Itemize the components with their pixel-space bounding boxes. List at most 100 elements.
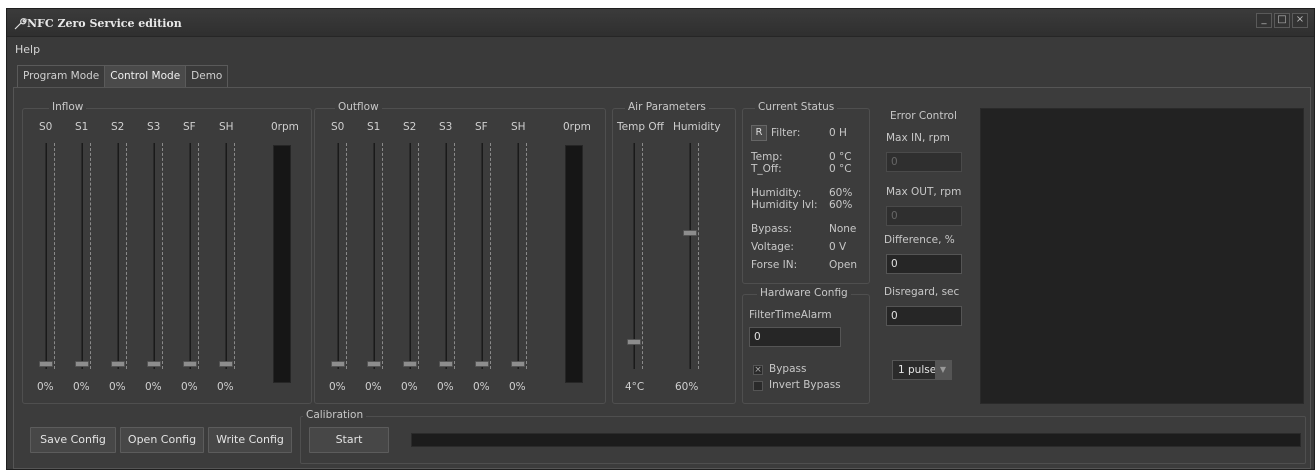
status-humidity-lvl-label: Humidity lvl:	[751, 199, 818, 211]
inflow-title: Inflow	[49, 101, 87, 113]
calibration-start-button[interactable]: Start	[309, 427, 389, 453]
invert-bypass-checkbox[interactable]	[753, 381, 763, 391]
temp-slider-handle[interactable]	[627, 339, 641, 346]
inflow-slider-s3[interactable]	[153, 143, 155, 369]
inflow-slider-s0[interactable]	[45, 143, 47, 369]
outflow-slider-handle[interactable]	[511, 361, 525, 367]
inflow-col-s1: S1	[75, 121, 89, 133]
close-button[interactable]: ×	[1292, 13, 1308, 28]
title-bar[interactable]: NFC Zero Service edition _ □ ×	[7, 9, 1314, 37]
outflow-slider-s1[interactable]	[373, 143, 375, 369]
current-status-group: Current Status R Filter: 0 H Temp: 0 °C …	[742, 101, 870, 284]
invert-bypass-label: Invert Bypass	[769, 379, 841, 391]
log-console[interactable]	[980, 108, 1304, 404]
status-voltage-label: Voltage:	[751, 241, 794, 253]
status-bypass-value: None	[829, 223, 857, 235]
inflow-slider-s1[interactable]	[81, 143, 83, 369]
pulse-select[interactable]: 1 pulse ▼	[892, 360, 952, 380]
difference-label: Difference, %	[884, 234, 955, 246]
bypass-checkbox[interactable]: ×	[753, 365, 763, 375]
disregard-input[interactable]: 0	[886, 306, 962, 326]
status-humidity-lvl-value: 60%	[829, 199, 853, 211]
write-config-button[interactable]: Write Config	[208, 427, 292, 453]
outflow-slider-handle[interactable]	[367, 361, 381, 367]
humidity-slider[interactable]	[689, 143, 691, 369]
open-config-button[interactable]: Open Config	[120, 427, 204, 453]
disregard-label: Disregard, sec	[884, 286, 960, 298]
inflow-col-sh: SH	[219, 121, 234, 133]
inflow-slider-handle[interactable]	[183, 361, 197, 367]
outflow-slider-sf[interactable]	[481, 143, 483, 369]
outflow-slider-ticks	[490, 143, 493, 369]
max-out-input[interactable]: 0	[886, 206, 962, 226]
temp-value: 4°C	[625, 381, 645, 393]
outflow-col-sh: SH	[511, 121, 526, 133]
outflow-slider-handle[interactable]	[403, 361, 417, 367]
outflow-slider-sh[interactable]	[517, 143, 519, 369]
outflow-slider-ticks	[454, 143, 457, 369]
outflow-col-s0: S0	[331, 121, 345, 133]
outflow-rpm-meter	[565, 145, 583, 383]
calibration-title: Calibration	[303, 409, 367, 421]
difference-input[interactable]: 0	[886, 254, 962, 274]
inflow-slider-handle[interactable]	[111, 361, 125, 367]
outflow-slider-handle[interactable]	[475, 361, 489, 367]
inflow-value-s2: 0%	[109, 381, 126, 393]
status-filter-label: Filter:	[771, 127, 801, 139]
humidity-slider-handle[interactable]	[683, 230, 697, 237]
outflow-value-s2: 0%	[401, 381, 418, 393]
filter-reset-button[interactable]: R	[751, 125, 767, 141]
humidity-value: 60%	[675, 381, 699, 393]
inflow-rpm-label: 0rpm	[271, 121, 299, 133]
error-control-title: Error Control	[890, 110, 957, 122]
filter-time-alarm-label: FilterTimeAlarm	[749, 309, 832, 321]
temp-off-label: Temp Off	[617, 121, 664, 133]
outflow-value-sf: 0%	[473, 381, 490, 393]
inflow-col-sf: SF	[183, 121, 196, 133]
tab-program-mode[interactable]: Program Mode	[17, 65, 106, 87]
inflow-slider-sh[interactable]	[225, 143, 227, 369]
outflow-value-s1: 0%	[365, 381, 382, 393]
air-parameters-title: Air Parameters	[625, 101, 709, 113]
wrench-icon	[14, 18, 27, 30]
air-parameters-group: Air Parameters Temp Off Humidity 4°C 60%	[612, 101, 736, 404]
outflow-col-s2: S2	[403, 121, 417, 133]
filter-time-alarm-input[interactable]: 0	[749, 327, 841, 347]
tab-control-mode[interactable]: Control Mode	[104, 65, 187, 87]
outflow-rpm-label: 0rpm	[563, 121, 591, 133]
outflow-value-s3: 0%	[437, 381, 454, 393]
outflow-value-sh: 0%	[509, 381, 526, 393]
hardware-config-group: Hardware Config FilterTimeAlarm 0 × Bypa…	[742, 287, 870, 404]
outflow-value-s0: 0%	[329, 381, 346, 393]
inflow-slider-handle[interactable]	[147, 361, 161, 367]
humidity-slider-ticks	[698, 143, 701, 369]
minimize-button[interactable]: _	[1256, 13, 1272, 28]
max-in-input[interactable]: 0	[886, 152, 962, 172]
outflow-slider-s3[interactable]	[445, 143, 447, 369]
chevron-down-icon: ▼	[935, 361, 951, 379]
inflow-col-s2: S2	[111, 121, 125, 133]
tab-demo[interactable]: Demo	[185, 65, 229, 87]
inflow-slider-handle[interactable]	[39, 361, 53, 367]
inflow-slider-sf[interactable]	[189, 143, 191, 369]
outflow-title: Outflow	[335, 101, 382, 113]
inflow-col-s3: S3	[147, 121, 161, 133]
outflow-slider-s2[interactable]	[409, 143, 411, 369]
outflow-slider-s0[interactable]	[337, 143, 339, 369]
inflow-slider-handle[interactable]	[75, 361, 89, 367]
temp-slider[interactable]	[633, 143, 635, 369]
inflow-slider-handle[interactable]	[219, 361, 233, 367]
menu-help[interactable]: Help	[15, 43, 40, 56]
outflow-slider-handle[interactable]	[331, 361, 345, 367]
app-window: NFC Zero Service edition _ □ × Help Prog…	[6, 8, 1315, 470]
outflow-slider-handle[interactable]	[439, 361, 453, 367]
calibration-progress-bar	[411, 433, 1301, 447]
maximize-button[interactable]: □	[1274, 13, 1290, 28]
status-forse-in-value: Open	[829, 259, 858, 271]
outflow-col-s3: S3	[439, 121, 453, 133]
inflow-slider-s2[interactable]	[117, 143, 119, 369]
outflow-col-s1: S1	[367, 121, 381, 133]
inflow-slider-ticks	[162, 143, 165, 369]
inflow-value-s0: 0%	[37, 381, 54, 393]
save-config-button[interactable]: Save Config	[30, 427, 116, 453]
